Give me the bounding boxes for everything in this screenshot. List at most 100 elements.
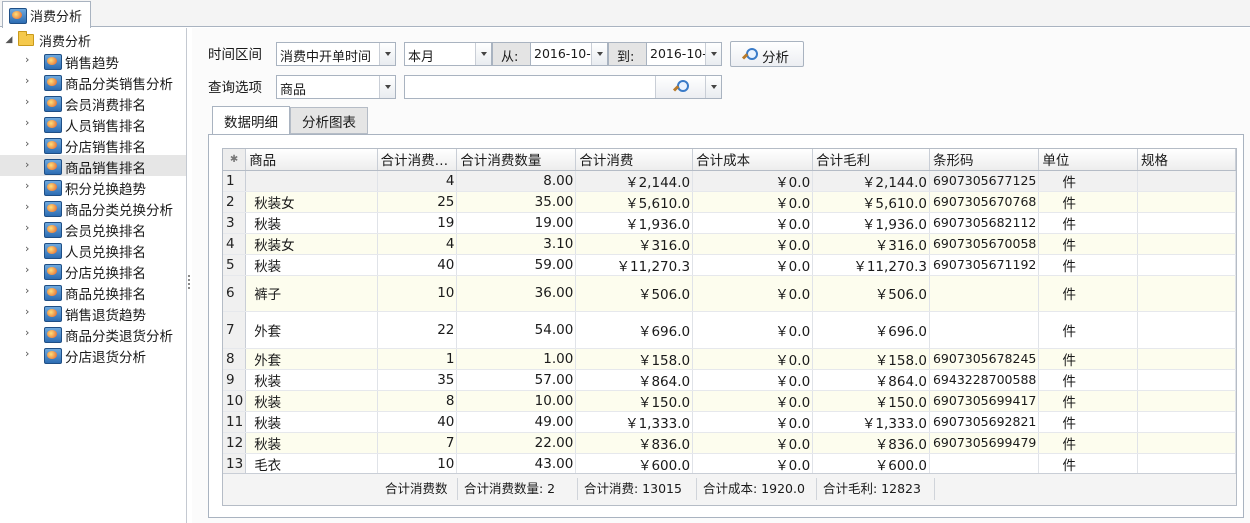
cell-barcode[interactable] [929,453,1040,475]
cell-cost[interactable]: ￥0.0 [692,432,814,454]
cell-count[interactable]: 10 [377,453,458,475]
cell-amount[interactable]: ￥696.0 [575,311,694,349]
cell-product[interactable]: 秋装 [245,432,378,454]
chevron-right-icon[interactable]: › [25,179,29,192]
from-date-picker[interactable]: 2016-10-01 [530,42,608,66]
cell-product[interactable]: 秋装女 [245,191,378,213]
table-row[interactable]: 13 毛衣 10 43.00 ￥600.0 ￥0.0 ￥600.0 件 [223,453,1236,475]
chevron-right-icon[interactable]: › [25,95,29,108]
column-header-count[interactable]: 合计消费… [377,149,458,171]
cell-unit[interactable]: 件 [1038,432,1139,454]
chevron-right-icon[interactable]: › [25,305,29,318]
search-button[interactable] [655,76,705,98]
sidebar-item[interactable]: › 销售退货趋势 [0,302,186,324]
cell-unit[interactable]: 件 [1038,311,1139,349]
row-number[interactable]: 11 [223,411,247,433]
cell-spec[interactable] [1137,453,1236,475]
cell-spec[interactable] [1137,411,1236,433]
sidebar-item[interactable]: › 商品销售排名 [0,155,186,177]
row-number[interactable]: 7 [223,311,247,349]
chevron-right-icon[interactable]: › [25,200,29,213]
cell-amount[interactable]: ￥11,270.3 [575,254,694,276]
table-row[interactable]: 4 秋装女 4 3.10 ￥316.0 ￥0.0 ￥316.0 6907305670058 件 [223,233,1236,255]
column-header-unit[interactable]: 单位 [1038,149,1139,171]
cell-quantity[interactable]: 10.00 [456,390,577,412]
row-number[interactable]: 1 [223,170,247,192]
cell-cost[interactable]: ￥0.0 [692,254,814,276]
cell-spec[interactable] [1137,348,1236,370]
cell-quantity[interactable]: 36.00 [456,275,577,312]
cell-profit[interactable]: ￥1,936.0 [812,212,930,234]
cell-spec[interactable] [1137,369,1236,391]
cell-barcode[interactable]: 6907305699479 [929,432,1040,454]
sidebar-item[interactable]: › 会员消费排名 [0,92,186,114]
sidebar-item[interactable]: › 商品兑换排名 [0,281,186,303]
cell-quantity[interactable]: 49.00 [456,411,577,433]
cell-cost[interactable]: ￥0.0 [692,311,814,349]
cell-count[interactable]: 40 [377,411,458,433]
cell-spec[interactable] [1137,432,1236,454]
cell-barcode[interactable]: 6907305682112 [929,212,1040,234]
table-row[interactable]: 5 秋装 40 59.00 ￥11,270.3 ￥0.0 ￥11,270.3 69073056… [223,254,1236,276]
row-number[interactable]: 13 [223,453,247,475]
cell-spec[interactable] [1137,170,1236,192]
cell-amount[interactable]: ￥1,333.0 [575,411,694,433]
document-tab[interactable]: 消费分析 [2,1,92,28]
cell-amount[interactable]: ￥506.0 [575,275,694,312]
table-row[interactable]: 7 外套 22 54.00 ￥696.0 ￥0.0 ￥696.0 件 [223,311,1236,349]
cell-amount[interactable]: ￥836.0 [575,432,694,454]
cell-quantity[interactable]: 35.00 [456,191,577,213]
cell-amount[interactable]: ￥316.0 [575,233,694,255]
cell-count[interactable]: 7 [377,432,458,454]
cell-cost[interactable]: ￥0.0 [692,390,814,412]
cell-profit[interactable]: ￥1,333.0 [812,411,930,433]
table-row[interactable]: 3 秋装 19 19.00 ￥1,936.0 ￥0.0 ￥1,936.0 6907305682… [223,212,1236,234]
sidebar-item[interactable]: › 商品分类退货分析 [0,323,186,345]
chevron-down-icon[interactable] [379,76,395,98]
sidebar-item[interactable]: › 销售趋势 [0,50,186,72]
cell-spec[interactable] [1137,212,1236,234]
cell-product[interactable]: 裤子 [245,275,378,312]
row-number[interactable]: 5 [223,254,247,276]
chevron-down-icon[interactable] [705,76,721,98]
cell-quantity[interactable]: 43.00 [456,453,577,475]
cell-count[interactable]: 22 [377,311,458,349]
column-header-amount[interactable]: 合计消费 [575,149,694,171]
cell-barcode[interactable]: 6907305692821 [929,411,1040,433]
table-row[interactable]: 12 秋装 7 22.00 ￥836.0 ￥0.0 ￥836.0 6907305699479 件 [223,432,1236,454]
chevron-down-icon[interactable] [379,43,395,65]
cell-unit[interactable]: 件 [1038,453,1139,475]
cell-product[interactable]: 秋装女 [245,233,378,255]
sidebar-item[interactable]: › 商品分类销售分析 [0,71,186,93]
cell-count[interactable]: 4 [377,170,458,192]
column-header-cost[interactable]: 合计成本 [692,149,814,171]
sidebar-item[interactable]: › 人员销售排名 [0,113,186,135]
row-number[interactable]: 6 [223,275,247,312]
collapse-icon[interactable]: ◢ [0,35,18,45]
cell-barcode[interactable]: 6907305670058 [929,233,1040,255]
time-basis-select[interactable]: 消费中开单时间 [276,42,396,66]
cell-unit[interactable]: 件 [1038,369,1139,391]
sidebar-item[interactable]: › 分店退货分析 [0,344,186,366]
cell-profit[interactable]: ￥836.0 [812,432,930,454]
cell-barcode[interactable]: 6907305670768 [929,191,1040,213]
cell-product[interactable]: 秋装 [245,369,378,391]
chevron-right-icon[interactable]: › [25,263,29,276]
cell-amount[interactable]: ￥600.0 [575,453,694,475]
cell-barcode[interactable]: 6907305699417 [929,390,1040,412]
cell-profit[interactable]: ￥158.0 [812,348,930,370]
column-header-barcode[interactable]: 条形码 [929,149,1040,171]
to-date-picker[interactable]: 2016-10-31 [646,42,722,66]
row-number[interactable]: 12 [223,432,247,454]
period-select[interactable]: 本月 [404,42,492,66]
cell-cost[interactable]: ￥0.0 [692,369,814,391]
cell-spec[interactable] [1137,233,1236,255]
table-row[interactable]: 1 4 8.00 ￥2,144.0 ￥0.0 ￥2,144.0 6907305677125 件 [223,170,1236,192]
cell-quantity[interactable]: 57.00 [456,369,577,391]
cell-cost[interactable]: ￥0.0 [692,191,814,213]
cell-count[interactable]: 4 [377,233,458,255]
cell-amount[interactable]: ￥1,936.0 [575,212,694,234]
row-number[interactable]: 8 [223,348,247,370]
chevron-right-icon[interactable]: › [25,53,29,66]
chevron-right-icon[interactable]: › [25,347,29,360]
